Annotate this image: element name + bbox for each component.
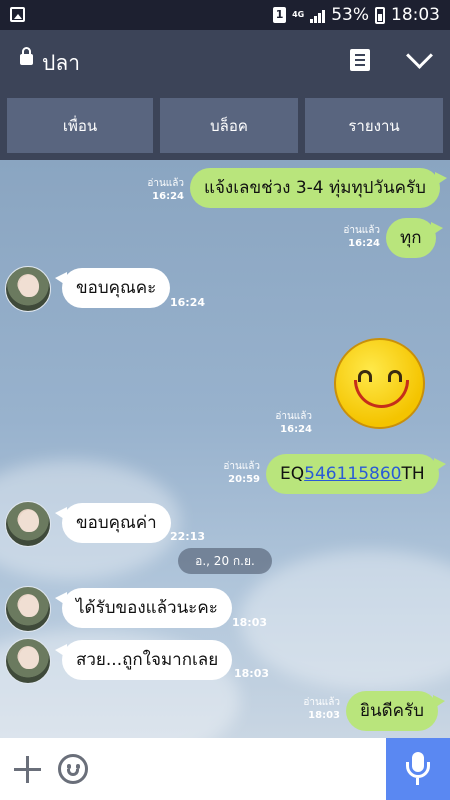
- microphone-icon-arc: [406, 762, 430, 778]
- battery-percent: 53%: [331, 5, 369, 25]
- avatar[interactable]: [5, 266, 51, 312]
- message-bubble[interactable]: ขอบคุณคะ: [54, 268, 171, 308]
- sim-icon: 1: [273, 7, 287, 23]
- message-time: 16:24: [280, 424, 312, 435]
- status-icons: 1 4G 53% 18:03: [273, 0, 440, 30]
- message-time: 22:13: [170, 530, 206, 543]
- read-receipt: อ่านแล้ว: [275, 411, 312, 422]
- message-time: 20:59: [228, 474, 260, 485]
- plus-icon[interactable]: [14, 756, 41, 783]
- note-icon[interactable]: [350, 49, 370, 71]
- message-meta: อ่านแล้ว 18:03: [276, 696, 340, 722]
- tracking-suffix: TH: [401, 464, 425, 484]
- smiley-sticker[interactable]: [334, 338, 425, 429]
- report-button[interactable]: รายงาน: [305, 98, 443, 153]
- read-receipt: อ่านแล้ว: [343, 225, 380, 236]
- message-time: 16:24: [170, 296, 206, 309]
- read-receipt: อ่านแล้ว: [303, 697, 340, 708]
- message-bubble[interactable]: ทุก: [386, 218, 442, 258]
- avatar[interactable]: [5, 501, 51, 547]
- chevron-down-icon[interactable]: [406, 42, 433, 69]
- message-time: 16:24: [152, 191, 184, 202]
- message-time: 18:03: [308, 710, 340, 721]
- message-bubble[interactable]: ได้รับของแล้วนะคะ: [55, 588, 232, 628]
- lock-icon: [20, 47, 33, 65]
- battery-icon: [375, 6, 385, 24]
- message-meta: อ่านแล้ว 16:24: [248, 410, 312, 436]
- sticker-mouth: [354, 380, 409, 408]
- tracking-prefix: EQ: [280, 464, 305, 484]
- chat-area[interactable]: อ่านแล้ว 16:24 แจ้งเลขช่วง 3-4 ทุ่มทุปวั…: [0, 160, 450, 738]
- date-separator: อ., 20 ก.ย.: [178, 548, 272, 574]
- message-meta: อ่านแล้ว 16:24: [316, 224, 380, 250]
- block-button[interactable]: บล็อค: [160, 98, 298, 153]
- read-receipt: อ่านแล้ว: [223, 461, 260, 472]
- chat-title: ปลา: [42, 51, 80, 75]
- network-type: 4G: [292, 10, 305, 19]
- gallery-icon: [10, 7, 25, 22]
- add-friend-button[interactable]: เพื่อน: [7, 98, 153, 153]
- message-bubble[interactable]: แจ้งเลขช่วง 3-4 ทุ่มทุปวันครับ: [190, 168, 447, 208]
- message-bubble[interactable]: ขอบคุณค่า: [55, 503, 171, 543]
- clock: 18:03: [391, 5, 440, 25]
- tracking-number-link[interactable]: 546115860: [304, 464, 401, 484]
- status-bar: 1 4G 53% 18:03: [0, 0, 450, 30]
- avatar[interactable]: [5, 638, 51, 684]
- action-bar: เพื่อน บล็อค รายงาน: [0, 92, 450, 160]
- message-meta: อ่านแล้ว 16:24: [120, 177, 184, 203]
- avatar[interactable]: [5, 586, 51, 632]
- message-input-bar: [0, 738, 450, 800]
- tracking-message-bubble[interactable]: EQ546115860TH: [266, 454, 446, 494]
- signal-icon: [310, 8, 326, 23]
- message-bubble[interactable]: ยินดีครับ: [346, 691, 445, 731]
- message-time: 16:24: [348, 238, 380, 249]
- message-meta: อ่านแล้ว 20:59: [196, 460, 260, 486]
- microphone-icon-stem: [416, 778, 419, 785]
- chat-header: ปลา: [0, 30, 450, 92]
- emoji-icon[interactable]: [58, 754, 88, 784]
- message-bubble[interactable]: สวย...ถูกใจมากเลย: [54, 640, 233, 680]
- read-receipt: อ่านแล้ว: [147, 178, 184, 189]
- message-time: 18:03: [234, 667, 270, 680]
- message-time: 18:03: [232, 616, 268, 629]
- microphone-button[interactable]: [386, 738, 450, 800]
- background-cloud: [240, 550, 450, 690]
